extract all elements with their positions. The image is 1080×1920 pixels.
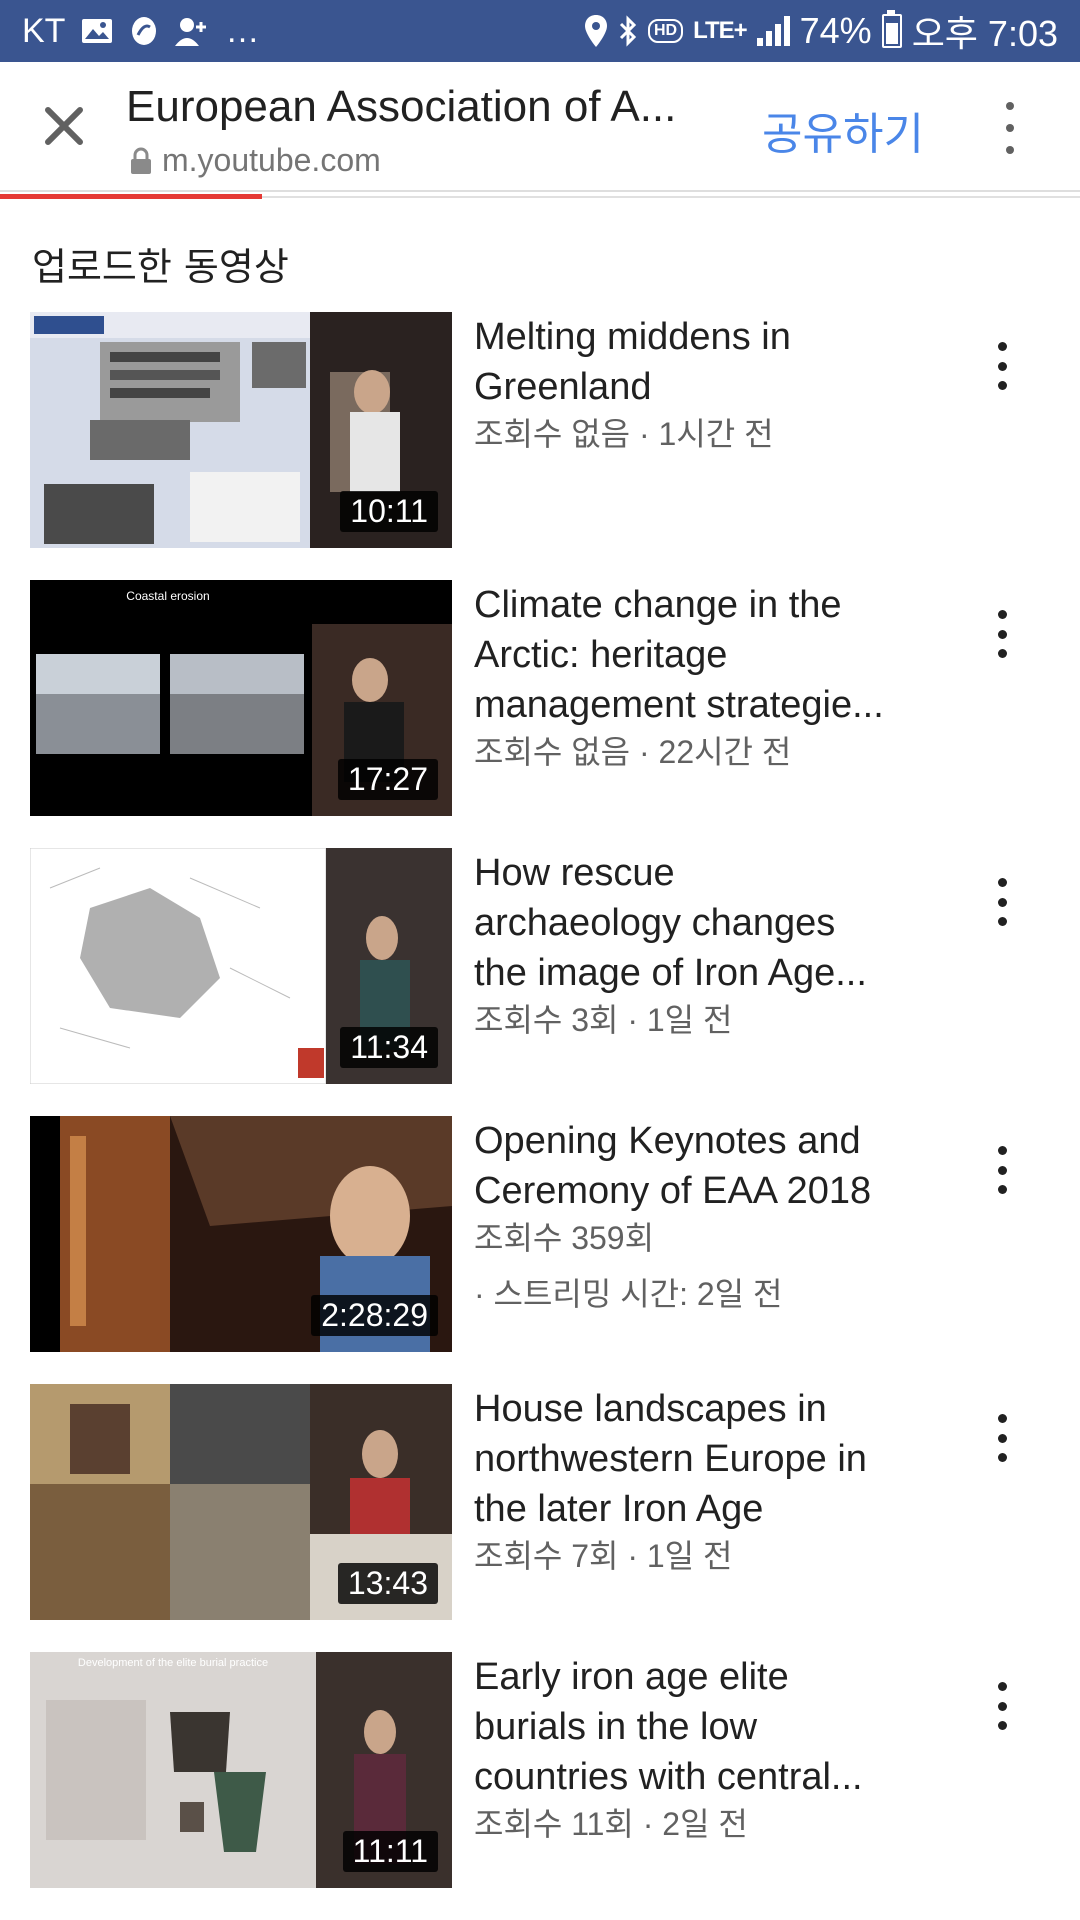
add-contact-icon: [175, 16, 209, 46]
video-item[interactable]: 10:11 Melting middens in Greenland 조회수 없…: [0, 312, 1080, 552]
video-duration: 17:27: [337, 759, 438, 800]
video-duration: 10:11: [340, 491, 438, 532]
clock: 오후 7:03: [911, 13, 1058, 54]
video-thumbnail[interactable]: 10:11: [30, 312, 452, 548]
video-meta: 조회수 없음 · 22시간 전: [474, 734, 792, 770]
video-duration: 13:43: [337, 1563, 438, 1604]
signal-icon: [756, 16, 790, 46]
video-more-button[interactable]: [992, 1414, 1012, 1462]
video-title[interactable]: How rescue archaeology changes the image…: [474, 848, 924, 1042]
video-more-button[interactable]: [992, 610, 1012, 658]
gallery-icon: [81, 17, 113, 45]
url-display: m.youtube.com: [130, 142, 381, 179]
video-thumbnail[interactable]: Development of the elite burial practice…: [30, 1652, 452, 1888]
video-duration: 11:11: [342, 1831, 438, 1872]
video-thumbnail[interactable]: Coastal erosion 17:27: [30, 580, 452, 816]
video-thumbnail[interactable]: 13:43: [30, 1384, 452, 1620]
page-title: European Association of A...: [126, 82, 677, 131]
video-more-button[interactable]: [992, 1146, 1012, 1194]
thumbnail-caption: Coastal erosion: [126, 589, 209, 603]
lte-icon: LTE+: [693, 17, 748, 44]
close-button[interactable]: [30, 92, 98, 160]
url-text: m.youtube.com: [162, 142, 381, 178]
app-notification-icon: [129, 15, 159, 47]
carrier-label: KT: [22, 11, 66, 50]
video-more-button[interactable]: [992, 1682, 1012, 1730]
video-thumbnail[interactable]: 2:28:29: [30, 1116, 452, 1352]
video-item[interactable]: 2:28:29 Opening Keynotes and Ceremony of…: [0, 1116, 1080, 1356]
battery-percent: 74%: [799, 10, 872, 51]
section-title: 업로드한 동영상: [32, 245, 289, 289]
video-more-button[interactable]: [992, 878, 1012, 926]
video-title[interactable]: House landscapes in northwestern Europe …: [474, 1384, 924, 1578]
video-title[interactable]: Opening Keynotes and Ceremony of EAA 201…: [474, 1116, 924, 1316]
thumbnail-caption: Development of the elite burial practice: [78, 1657, 268, 1669]
more-notifications-icon: …: [225, 11, 260, 50]
video-thumbnail[interactable]: 11:34: [30, 848, 452, 1084]
video-meta: 조회수 359회: [474, 1220, 655, 1256]
share-button[interactable]: 공유하기: [762, 98, 924, 162]
overflow-menu-button[interactable]: [990, 102, 1030, 154]
video-item[interactable]: Development of the elite burial practice…: [0, 1652, 1080, 1892]
video-item[interactable]: Coastal erosion 17:27 Climate change in …: [0, 580, 1080, 820]
video-duration: 11:34: [340, 1027, 438, 1068]
video-more-button[interactable]: [992, 342, 1012, 390]
video-title[interactable]: Melting middens in Greenland 조회수 없음 · 1시…: [474, 312, 924, 456]
video-meta: 조회수 11회 · 2일 전: [474, 1806, 748, 1842]
hd-voice-icon: HD: [647, 19, 684, 43]
page-load-progress: [0, 194, 262, 199]
video-item[interactable]: 11:34 How rescue archaeology changes the…: [0, 848, 1080, 1088]
video-stream-time: · 스트리밍 시간: 2일 전: [474, 1276, 783, 1312]
status-bar: KT … HD LTE+ 74% 오후 7:03: [0, 0, 1080, 62]
lock-icon: [131, 147, 151, 174]
video-meta: 조회수 3회 · 1일 전: [474, 1002, 733, 1038]
location-icon: [584, 15, 608, 47]
video-duration: 2:28:29: [311, 1295, 438, 1336]
close-icon: [45, 107, 83, 145]
custom-tab-toolbar: European Association of A... m.youtube.c…: [0, 62, 1080, 192]
video-title[interactable]: Climate change in the Arctic: heritage m…: [474, 580, 924, 774]
battery-icon: [881, 10, 902, 48]
video-meta: 조회수 없음 · 1시간 전: [474, 416, 774, 452]
video-title[interactable]: Early iron age elite burials in the low …: [474, 1652, 924, 1846]
video-item[interactable]: 13:43 House landscapes in northwestern E…: [0, 1384, 1080, 1624]
video-meta: 조회수 7회 · 1일 전: [474, 1538, 733, 1574]
bluetooth-icon: [618, 15, 638, 47]
